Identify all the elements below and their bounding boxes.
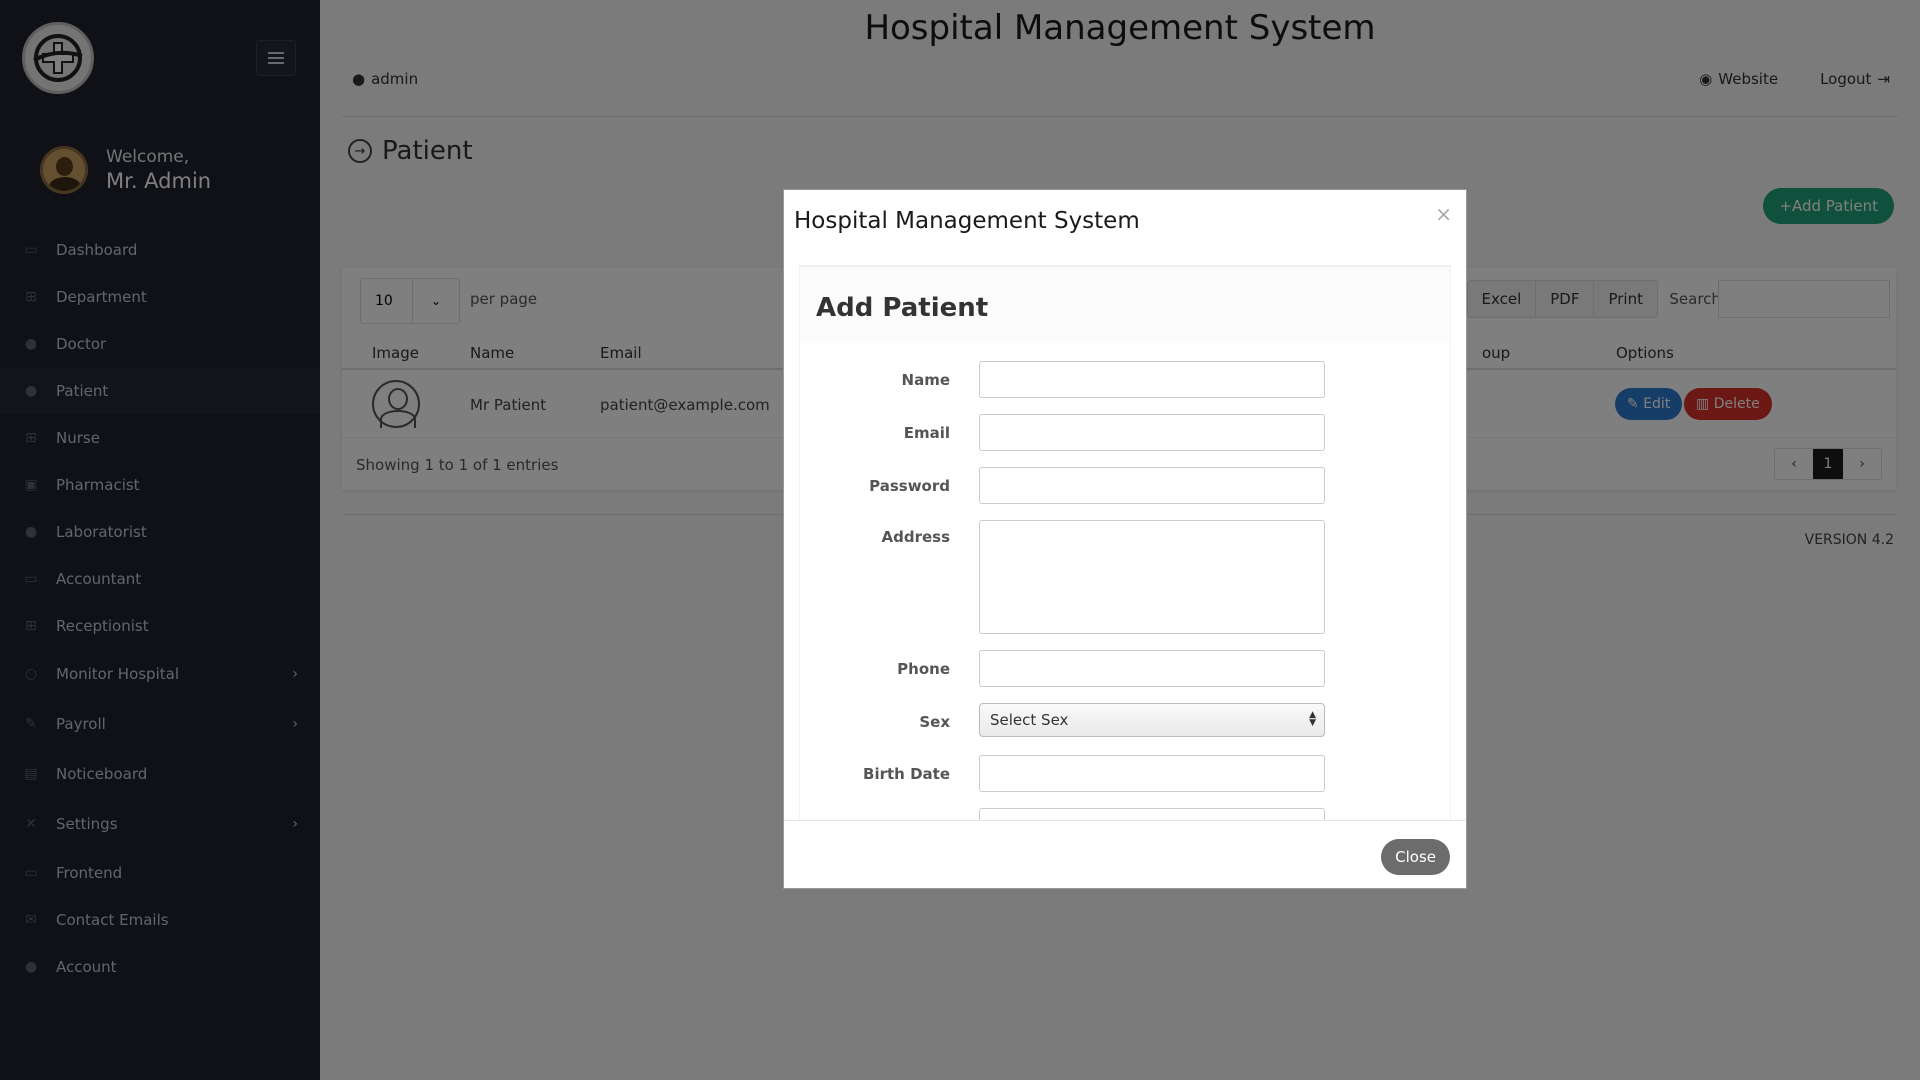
modal-title: Hospital Management System: [794, 208, 1140, 234]
select-arrows-icon: ▲ ▼: [1309, 710, 1316, 728]
phone-label: Phone: [897, 660, 950, 678]
sex-select[interactable]: Select Sex ▲ ▼: [979, 703, 1325, 737]
name-label: Name: [901, 371, 950, 389]
form-title: Add Patient: [816, 293, 989, 323]
modal-body: Add Patient Name Email Password Address …: [800, 266, 1450, 820]
add-patient-modal: Hospital Management System × Add Patient…: [783, 189, 1467, 889]
birth-date-field[interactable]: [979, 755, 1325, 792]
close-icon[interactable]: ×: [1435, 202, 1452, 226]
name-field[interactable]: [979, 361, 1325, 398]
modal-footer: Close: [784, 820, 1466, 888]
form-header: Add Patient: [800, 267, 1450, 343]
phone-field[interactable]: [979, 650, 1325, 687]
password-label: Password: [869, 477, 950, 495]
sex-label: Sex: [919, 713, 950, 731]
email-field[interactable]: [979, 414, 1325, 451]
address-textarea[interactable]: [979, 520, 1325, 634]
address-label: Address: [881, 528, 950, 546]
password-field[interactable]: [979, 467, 1325, 504]
email-label: Email: [903, 424, 950, 442]
sex-select-value: Select Sex: [990, 711, 1069, 729]
blood-group-select[interactable]: [979, 808, 1325, 820]
close-button[interactable]: Close: [1381, 839, 1450, 875]
birth-date-label: Birth Date: [863, 765, 950, 783]
